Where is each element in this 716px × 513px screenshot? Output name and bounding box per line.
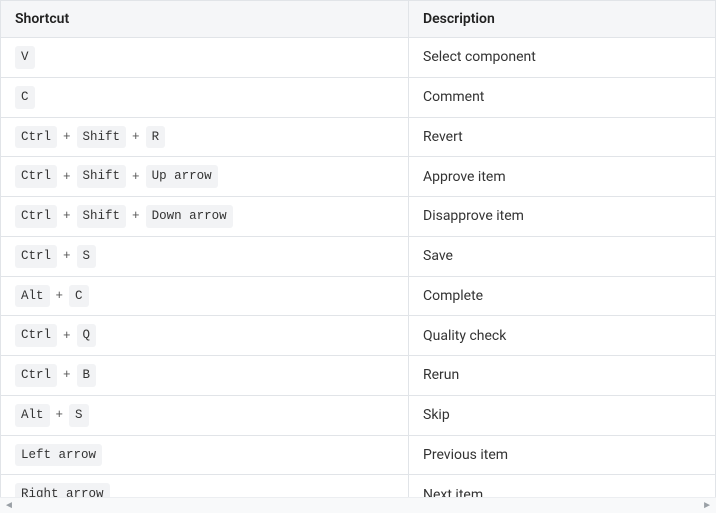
shortcut-cell: Left arrow: [1, 435, 409, 475]
key-separator: +: [50, 408, 70, 422]
shortcut-cell: Ctrl+S: [1, 236, 409, 276]
scroll-right-arrow-icon[interactable]: ►: [698, 500, 716, 511]
table-row: Alt+CComplete: [1, 276, 716, 316]
key-badge: Ctrl: [15, 126, 57, 149]
description-cell: Next item: [409, 475, 716, 497]
key-badge: Alt: [15, 285, 50, 308]
table-header-row: Shortcut Description: [1, 1, 716, 38]
key-separator: +: [57, 329, 77, 343]
key-badge: Ctrl: [15, 324, 57, 347]
key-separator: +: [50, 289, 70, 303]
key-separator: +: [57, 209, 77, 223]
key-badge: Ctrl: [15, 165, 57, 188]
key-separator: +: [126, 209, 146, 223]
shortcuts-table: Shortcut Description VSelect componentCC…: [0, 0, 716, 497]
shortcut-cell: Ctrl+Shift+R: [1, 117, 409, 157]
key-badge: S: [77, 245, 97, 268]
table-row: Ctrl+SSave: [1, 236, 716, 276]
key-separator: +: [126, 130, 146, 144]
key-badge: Ctrl: [15, 205, 57, 228]
key-badge: Q: [77, 324, 97, 347]
table-row: V Select component: [1, 38, 716, 78]
table-row: Right arrow Next item: [1, 475, 716, 497]
table-row: Left arrow Previous item: [1, 435, 716, 475]
key-separator: +: [126, 170, 146, 184]
table-row: Ctrl+QQuality check: [1, 316, 716, 356]
key-badge: Ctrl: [15, 245, 57, 268]
key-separator: +: [57, 170, 77, 184]
key-badge: V: [15, 46, 35, 69]
shortcut-cell: Alt+C: [1, 276, 409, 316]
key-separator: +: [57, 130, 77, 144]
key-badge: C: [69, 285, 89, 308]
key-badge: Right arrow: [15, 483, 110, 497]
key-separator: +: [57, 368, 77, 382]
key-badge: Alt: [15, 404, 50, 427]
key-badge: Shift: [77, 165, 127, 188]
description-cell: Comment: [409, 77, 716, 117]
shortcut-cell: Alt+S: [1, 395, 409, 435]
shortcut-cell: Ctrl+Q: [1, 316, 409, 356]
table-row: C Comment: [1, 77, 716, 117]
shortcut-cell: Ctrl+Shift+Up arrow: [1, 157, 409, 197]
description-cell: Rerun: [409, 356, 716, 396]
key-badge: Shift: [77, 205, 127, 228]
description-cell: Skip: [409, 395, 716, 435]
key-badge: Shift: [77, 126, 127, 149]
table-row: Ctrl+Shift+Up arrowApprove item: [1, 157, 716, 197]
key-badge: Up arrow: [146, 165, 218, 188]
shortcut-cell: Ctrl+B: [1, 356, 409, 396]
scroll-left-arrow-icon[interactable]: ◄: [0, 500, 18, 511]
key-badge: Left arrow: [15, 444, 102, 467]
table-row: Ctrl+BRerun: [1, 356, 716, 396]
shortcut-cell: Ctrl+Shift+Down arrow: [1, 197, 409, 237]
description-cell: Complete: [409, 276, 716, 316]
description-cell: Revert: [409, 117, 716, 157]
table-row: Ctrl+Shift+Down arrowDisapprove item: [1, 197, 716, 237]
header-description: Description: [409, 1, 716, 38]
description-cell: Previous item: [409, 435, 716, 475]
shortcut-cell: V: [1, 38, 409, 78]
table-row: Ctrl+Shift+RRevert: [1, 117, 716, 157]
description-cell: Quality check: [409, 316, 716, 356]
description-cell: Disapprove item: [409, 197, 716, 237]
key-badge: C: [15, 86, 35, 109]
horizontal-scrollbar[interactable]: ◄ ►: [0, 497, 716, 513]
key-badge: Down arrow: [146, 205, 233, 228]
shortcut-cell: Right arrow: [1, 475, 409, 497]
table-row: Alt+SSkip: [1, 395, 716, 435]
description-cell: Approve item: [409, 157, 716, 197]
header-shortcut: Shortcut: [1, 1, 409, 38]
key-badge: R: [146, 126, 166, 149]
key-badge: B: [77, 364, 97, 387]
description-cell: Select component: [409, 38, 716, 78]
key-badge: Ctrl: [15, 364, 57, 387]
key-separator: +: [57, 249, 77, 263]
shortcut-cell: C: [1, 77, 409, 117]
description-cell: Save: [409, 236, 716, 276]
shortcuts-table-container[interactable]: Shortcut Description VSelect componentCC…: [0, 0, 716, 497]
key-badge: S: [69, 404, 89, 427]
